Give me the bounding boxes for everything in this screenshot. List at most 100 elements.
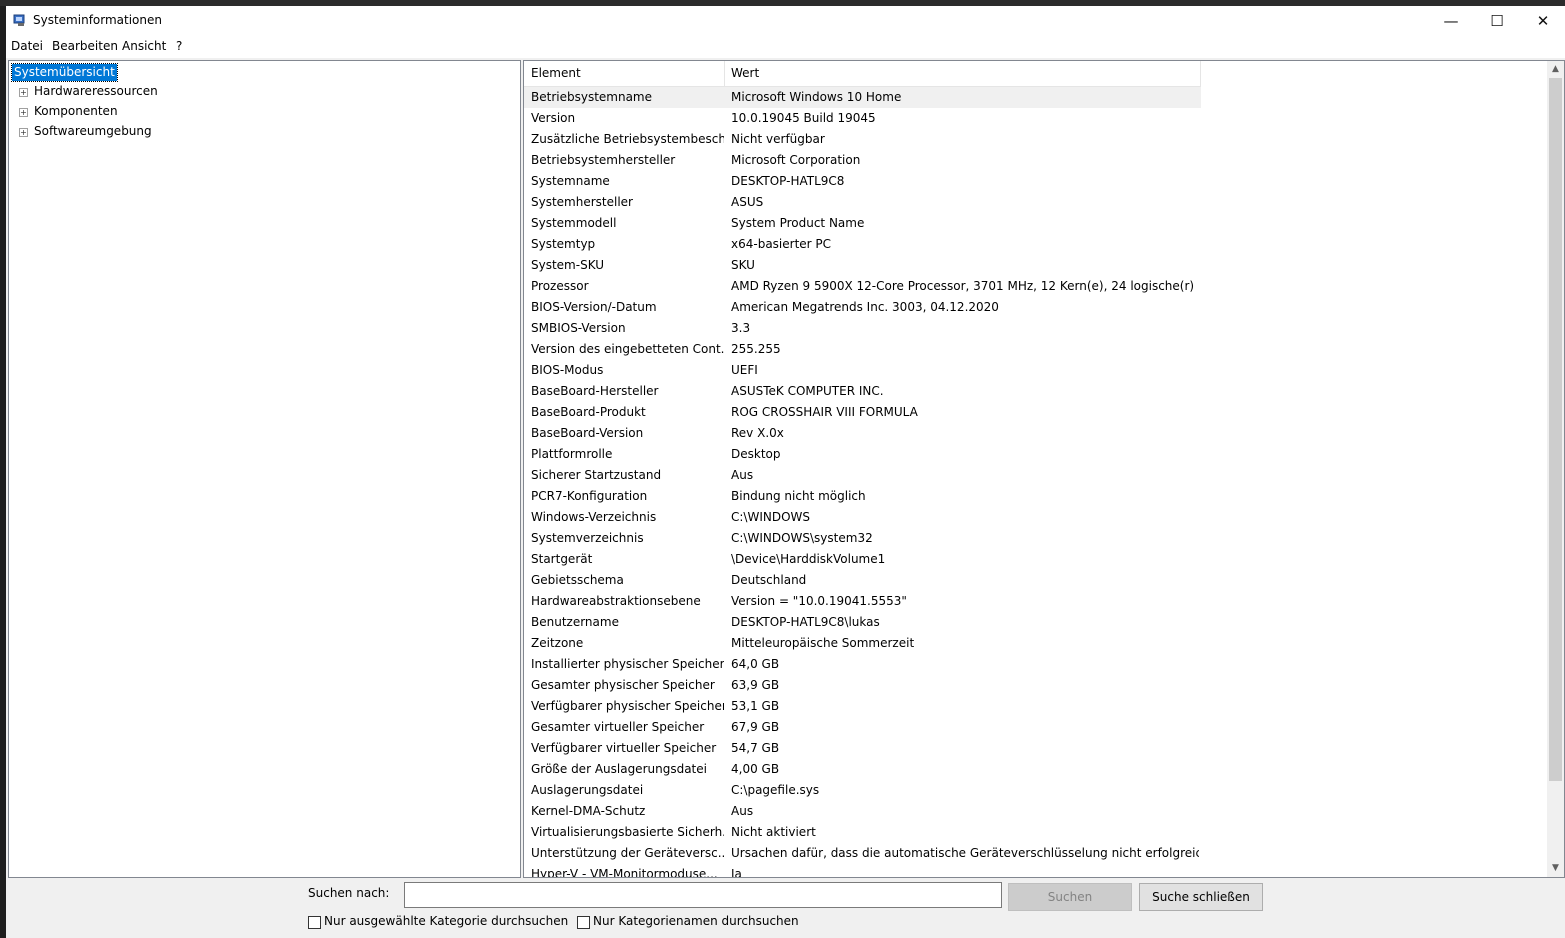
cell-element: BaseBoard-Version — [531, 426, 644, 440]
cell-element: System-SKU — [531, 258, 605, 272]
table-row[interactable]: PCR7-Konfiguration Bindung nicht möglich — [524, 486, 1201, 507]
table-row[interactable]: BaseBoard-Version Rev X.0x — [524, 423, 1201, 444]
cell-element: Verfügbarer physischer Speicher — [531, 699, 724, 713]
search-input[interactable] — [404, 882, 1002, 908]
cell-element: BaseBoard-Hersteller — [531, 384, 659, 398]
tree-item-label: Softwareumgebung — [34, 124, 152, 138]
cell-wert: American Megatrends Inc. 3003, 04.12.202… — [731, 300, 999, 314]
cell-wert: Mitteleuropäische Sommerzeit — [731, 636, 915, 650]
cell-wert: 63,9 GB — [731, 678, 780, 692]
cell-wert: Ja — [731, 867, 742, 878]
table-row[interactable]: Betriebsystemname Microsoft Windows 10 Ho… — [524, 87, 1201, 108]
table-row[interactable]: SMBIOS-Version 3.3 — [524, 318, 1201, 339]
table-row[interactable]: Hardwareabstraktionsebene Version = "10.0… — [524, 591, 1201, 612]
table-row[interactable]: Auslagerungsdatei C:\pagefile.sys — [524, 780, 1201, 801]
cell-wert: C:\pagefile.sys — [731, 783, 820, 797]
menu-help[interactable]: ? — [176, 39, 182, 53]
table-row[interactable]: Systemtyp x64-basierter PC — [524, 234, 1201, 255]
cell-wert: Microsoft Windows 10 Home — [731, 90, 902, 104]
cell-element: SMBIOS-Version — [531, 321, 626, 335]
table-row[interactable]: Systemname DESKTOP-HATL9C8 — [524, 171, 1201, 192]
menu-bearbeiten[interactable]: Bearbeiten — [52, 39, 118, 53]
table-row[interactable]: Version 10.0.19045 Build 19045 — [524, 108, 1201, 129]
table-row[interactable]: Verfügbarer virtueller Speicher 54,7 GB — [524, 738, 1201, 759]
search-label: Suchen nach: — [308, 886, 390, 900]
table-row[interactable]: BIOS-Version/-Datum American Megatrends I… — [524, 297, 1201, 318]
cell-element: Systemhersteller — [531, 195, 633, 209]
table-row[interactable]: Sicherer Startzustand Aus — [524, 465, 1201, 486]
table-row[interactable]: Gesamter virtueller Speicher 67,9 GB — [524, 717, 1201, 738]
cell-wert: Desktop — [731, 447, 781, 461]
table-row[interactable]: Installierter physischer Speicher... 64,0… — [524, 654, 1201, 675]
menu-ansicht[interactable]: Ansicht — [122, 39, 166, 53]
cell-wert: Ursachen dafür, dass die automatische Ge… — [731, 846, 1199, 860]
table-row[interactable]: Zeitzone Mitteleuropäische Sommerzeit — [524, 633, 1201, 654]
cell-element: Installierter physischer Speicher... — [531, 657, 724, 671]
table-row[interactable]: Windows-Verzeichnis C:\WINDOWS — [524, 507, 1201, 528]
table-row[interactable]: Startgerät \Device\HarddiskVolume1 — [524, 549, 1201, 570]
table-row[interactable]: Größe der Auslagerungsdatei 4,00 GB — [524, 759, 1201, 780]
table-row[interactable]: Plattformrolle Desktop — [524, 444, 1201, 465]
cell-element: Startgerät — [531, 552, 593, 566]
cell-wert: Bindung nicht möglich — [731, 489, 866, 503]
table-row[interactable]: Systemverzeichnis C:\WINDOWS\system32 — [524, 528, 1201, 549]
table-row[interactable]: Gebietsschema Deutschland — [524, 570, 1201, 591]
table-row[interactable]: Verfügbarer physischer Speicher 53,1 GB — [524, 696, 1201, 717]
table-row[interactable]: Hyper-V - VM-Monitormoduse... Ja — [524, 864, 1201, 878]
menu-datei[interactable]: Datei — [11, 39, 43, 53]
vertical-scrollbar[interactable]: ▲ ▼ — [1547, 61, 1564, 877]
cell-element: Auslagerungsdatei — [531, 783, 644, 797]
table-row[interactable]: Systemmodell System Product Name — [524, 213, 1201, 234]
maximize-button[interactable]: ☐ — [1474, 6, 1520, 36]
expand-icon[interactable]: + — [19, 128, 28, 137]
cell-element: Systemverzeichnis — [531, 531, 644, 545]
table-row[interactable]: Benutzername DESKTOP-HATL9C8\lukas — [524, 612, 1201, 633]
close-button[interactable]: ✕ — [1520, 6, 1565, 36]
cell-element: Betriebsystemname — [531, 90, 653, 104]
scroll-down-icon[interactable]: ▼ — [1547, 860, 1564, 877]
cell-element: Betriebsystemhersteller — [531, 153, 676, 167]
table-row[interactable]: Zusätzliche Betriebsystembesch... Nicht v… — [524, 129, 1201, 150]
cell-element: Gesamter physischer Speicher — [531, 678, 715, 692]
table-row[interactable]: Gesamter physischer Speicher 63,9 GB — [524, 675, 1201, 696]
expand-icon[interactable]: + — [19, 108, 28, 117]
minimize-button[interactable]: — — [1428, 6, 1474, 36]
cell-wert: Aus — [731, 804, 754, 818]
title-bar: Systeminformationen — ☐ ✕ — [6, 6, 1565, 36]
column-divider[interactable] — [1200, 61, 1201, 86]
cell-wert: Version = "10.0.19041.5553" — [731, 594, 907, 608]
table-row[interactable]: Version des eingebetteten Cont... 255.255 — [524, 339, 1201, 360]
table-row[interactable]: BaseBoard-Hersteller ASUSTeK COMPUTER INC… — [524, 381, 1201, 402]
column-header-wert[interactable]: Wert — [724, 61, 1199, 86]
cell-element: Verfügbarer virtueller Speicher — [531, 741, 717, 755]
table-row[interactable]: Unterstützung der Geräteversc... Ursachen… — [524, 843, 1201, 864]
table-row[interactable]: BIOS-Modus UEFI — [524, 360, 1201, 381]
checkbox-icon[interactable] — [577, 916, 590, 929]
cell-wert: Aus — [731, 468, 754, 482]
table-row[interactable]: Prozessor AMD Ryzen 9 5900X 12-Core Proce… — [524, 276, 1201, 297]
tree-item-label: Hardwareressourcen — [34, 84, 158, 98]
cell-element: Systemmodell — [531, 216, 617, 230]
cell-wert: C:\WINDOWS\system32 — [731, 531, 873, 545]
scroll-up-icon[interactable]: ▲ — [1547, 61, 1564, 78]
cell-element: PCR7-Konfiguration — [531, 489, 648, 503]
cell-wert: Nicht verfügbar — [731, 132, 825, 146]
checkbox-label: Nur Kategorienamen durchsuchen — [593, 914, 799, 928]
cell-element: BaseBoard-Produkt — [531, 405, 646, 419]
table-row[interactable]: System-SKU SKU — [524, 255, 1201, 276]
table-row[interactable]: Kernel-DMA-Schutz Aus — [524, 801, 1201, 822]
table-row[interactable]: Virtualisierungsbasierte Sicherh... Nicht… — [524, 822, 1201, 843]
scrollbar-thumb[interactable] — [1549, 78, 1562, 781]
checkbox-icon[interactable] — [308, 916, 321, 929]
search-button[interactable]: Suchen — [1008, 883, 1132, 911]
cell-element: Zeitzone — [531, 636, 584, 650]
cell-element: Kernel-DMA-Schutz — [531, 804, 646, 818]
cell-element: Benutzername — [531, 615, 619, 629]
table-row[interactable]: BaseBoard-Produkt ROG CROSSHAIR VIII FORM… — [524, 402, 1201, 423]
close-search-button[interactable]: Suche schließen — [1139, 883, 1263, 911]
expand-icon[interactable]: + — [19, 88, 28, 97]
column-header-element[interactable]: Element — [524, 61, 724, 86]
tree-item-systemuebersicht[interactable]: Systemübersicht — [11, 63, 118, 82]
table-row[interactable]: Betriebsystemhersteller Microsoft Corpora… — [524, 150, 1201, 171]
table-row[interactable]: Systemhersteller ASUS — [524, 192, 1201, 213]
